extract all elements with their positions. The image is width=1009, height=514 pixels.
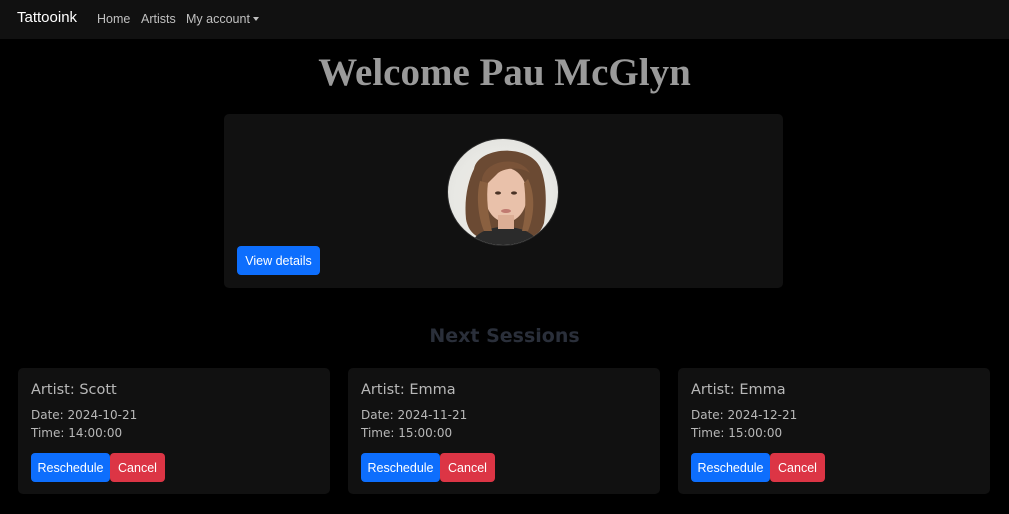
welcome-heading: Welcome Pau McGlyn	[318, 51, 691, 94]
cancel-button[interactable]: Cancel	[440, 453, 495, 482]
session-time: Time: 15:00:00	[691, 426, 783, 440]
nav-link-home[interactable]: Home	[97, 12, 130, 26]
session-artist: Artist: Emma	[691, 382, 786, 398]
caret-down-icon	[252, 17, 259, 21]
session-date: Date: 2024-12-21	[691, 408, 798, 422]
session-date: Date: 2024-10-21	[31, 408, 138, 422]
avatar-photo	[465, 150, 546, 245]
sessions-title: Next Sessions	[429, 325, 580, 347]
reschedule-button[interactable]: Reschedule	[31, 453, 110, 482]
session-card: Artist: Emma Date: 2024-11-21 Time: 15:0…	[348, 368, 660, 494]
reschedule-button[interactable]: Reschedule	[691, 453, 770, 482]
view-details-button[interactable]: View details	[237, 246, 320, 275]
nav-link-artists[interactable]: Artists	[141, 12, 176, 26]
navbar: Tattooink Home Artists My account	[0, 0, 1009, 39]
session-artist: Artist: Emma	[361, 382, 456, 398]
session-date: Date: 2024-11-21	[361, 408, 468, 422]
brand-link[interactable]: Tattooink	[17, 9, 77, 26]
session-card: Artist: Scott Date: 2024-10-21 Time: 14:…	[18, 368, 330, 494]
avatar	[447, 138, 559, 246]
session-artist: Artist: Scott	[31, 382, 117, 398]
session-card: Artist: Emma Date: 2024-12-21 Time: 15:0…	[678, 368, 990, 494]
session-time: Time: 15:00:00	[361, 426, 453, 440]
profile-card: View details	[224, 114, 783, 288]
reschedule-button[interactable]: Reschedule	[361, 453, 440, 482]
nav-dropdown-my-account[interactable]: My account	[186, 12, 259, 26]
nav-dropdown-label: My account	[186, 12, 250, 26]
session-time: Time: 14:00:00	[31, 426, 123, 440]
cancel-button[interactable]: Cancel	[770, 453, 825, 482]
cancel-button[interactable]: Cancel	[110, 453, 165, 482]
